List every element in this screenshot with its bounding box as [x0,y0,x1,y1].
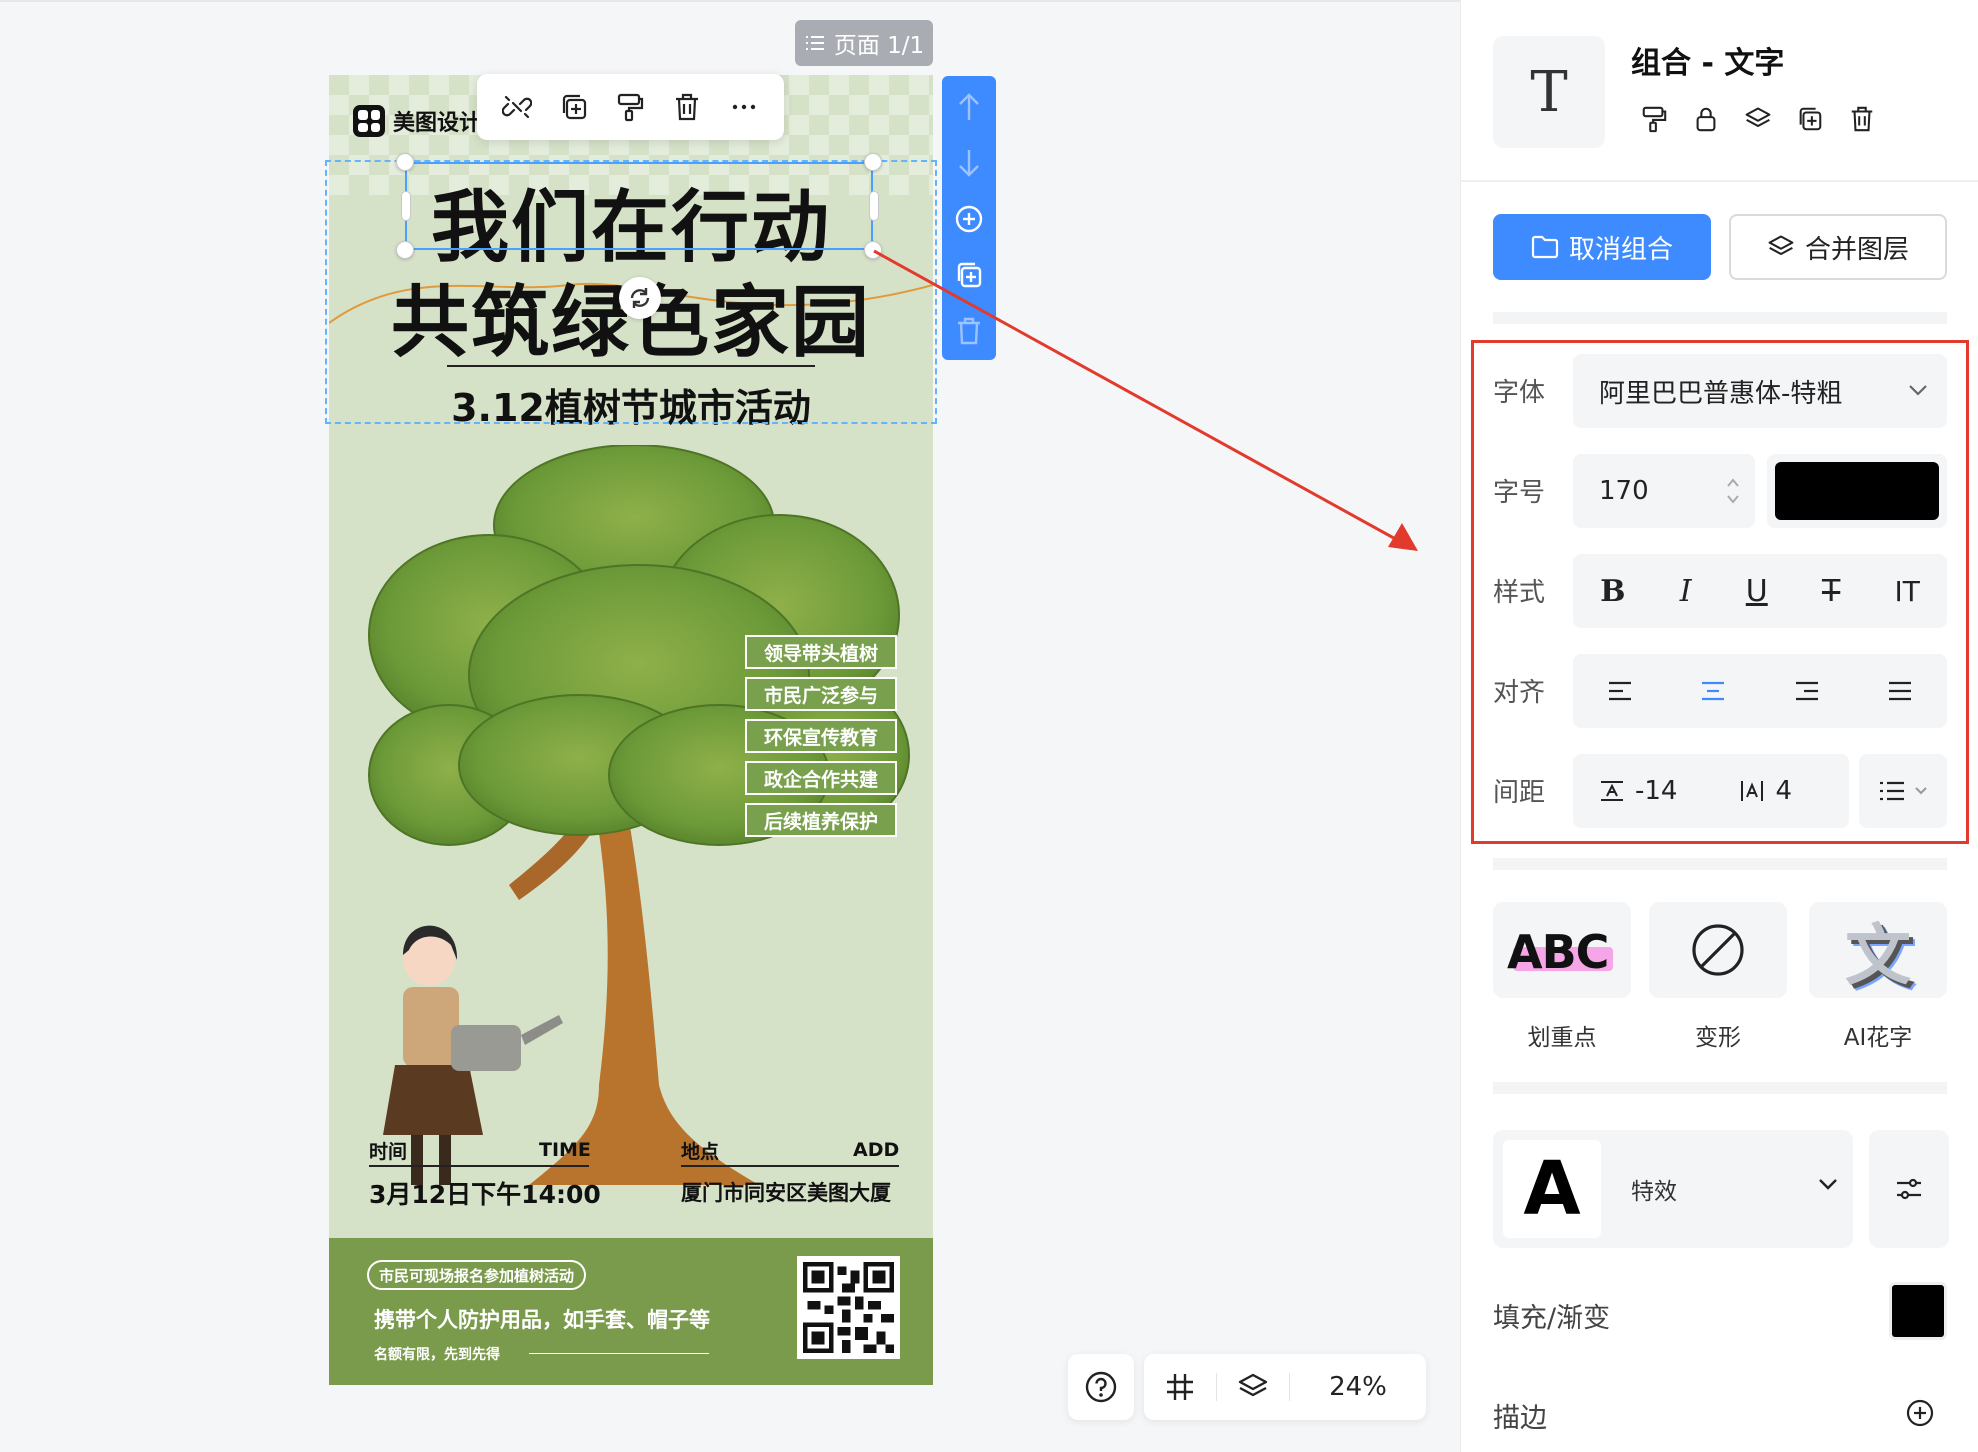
panel-actions [1639,104,1877,134]
resize-handle-side[interactable] [401,191,411,221]
layers-icon [1238,1373,1268,1397]
chevron-down-icon [1819,1179,1837,1190]
page-indicator[interactable]: 页面 1/1 [795,20,933,66]
unlink-icon[interactable] [500,90,534,124]
rotate-handle[interactable] [619,277,661,319]
effect-preview: A [1503,1140,1601,1238]
zoom-level[interactable]: 24% [1290,1372,1426,1402]
page-indicator-text: 页面 1/1 [833,33,925,59]
trash-icon[interactable] [1847,104,1877,134]
ai-art-text-card[interactable]: 文 [1809,902,1947,998]
stroke-label: 描边 [1493,1403,1547,1434]
section-divider [1493,858,1947,870]
sliders-icon [1897,1178,1921,1200]
footer-line [529,1353,709,1354]
resize-handle[interactable] [396,241,414,259]
ungroup-label: 取消组合 [1568,234,1673,265]
text-type-icon: T [1493,36,1605,148]
floating-toolbar [477,74,784,140]
fill-color-swatch[interactable] [1889,1282,1947,1340]
highlight-label: 划重点 [1527,1025,1597,1051]
girl-illustration [383,925,563,1185]
resize-handle[interactable] [396,153,414,171]
time-rule [369,1165,589,1167]
highlight-annotation-box [1471,340,1969,844]
transform-label: 变形 [1695,1025,1741,1051]
transform-effect-card[interactable] [1649,902,1787,998]
ai-art-preview: 文 [1845,917,1911,994]
time-label: 时间 [369,1141,408,1163]
panel-rule [1461,180,1978,182]
fill-label: 填充/渐变 [1493,1303,1611,1334]
place-label-en: ADD [853,1139,900,1161]
add-stroke-icon[interactable] [1905,1398,1935,1428]
lock-icon[interactable] [1691,104,1721,134]
bottom-toolbar: 24% [1144,1354,1426,1420]
folder-icon [1531,235,1559,259]
highlight-preview: ABC [1507,925,1617,979]
highlight-effect-card[interactable]: ABC [1493,902,1631,998]
prohibited-icon [1692,924,1744,976]
place-label: 地点 [681,1141,720,1163]
tag-item[interactable]: 环保宣传教育 [745,719,897,753]
ai-art-label: AI花字 [1843,1025,1913,1051]
highlight-preview-text: ABC [1507,925,1609,979]
place-rule [681,1165,899,1167]
more-icon[interactable] [727,90,761,124]
tag-item[interactable]: 后续植养保护 [745,803,897,837]
rotate-icon [630,288,650,308]
duplicate-icon[interactable] [557,90,591,124]
help-icon [1085,1371,1117,1403]
brand-text: 美图设计 [393,111,482,136]
trash-icon[interactable] [670,90,704,124]
time-value[interactable]: 3月12日下午14:00 [369,1175,601,1211]
section-divider [1493,1082,1947,1094]
list-icon [805,36,824,50]
add-circle-icon[interactable] [952,198,986,240]
resize-handle-side[interactable] [869,191,879,221]
tag-item[interactable]: 领导带头植树 [745,635,897,669]
format-painter-icon[interactable] [1639,104,1669,134]
annotation-arrow [873,249,1418,551]
grid-icon [1167,1374,1193,1400]
time-label-en: TIME [539,1139,591,1161]
footer-pill: 市民可现场报名参加植树活动 [367,1260,587,1290]
canvas-area[interactable]: 页面 1/1 美图设计 我们在行动 共筑绿色家园 3.12植树节城市活动 领导带… [0,0,1460,1452]
layers-button[interactable] [1217,1354,1289,1420]
text-selection-box[interactable] [405,162,873,250]
arrow-up-icon[interactable] [952,86,986,128]
place-value[interactable]: 厦门市同安区美图大厦 [681,1177,891,1207]
effect-select[interactable]: A 特效 [1493,1130,1853,1248]
layers-icon [1768,235,1794,256]
section-divider [1493,312,1947,324]
footer-main-text: 携带个人防护用品，如手套、帽子等 [374,1308,710,1332]
merge-layers-button[interactable]: 合并图层 [1729,214,1947,280]
resize-handle[interactable] [864,153,882,171]
meitu-logo-icon [353,105,385,137]
arrow-down-icon[interactable] [952,142,986,184]
grid-button[interactable] [1144,1354,1216,1420]
ungroup-button[interactable]: 取消组合 [1493,214,1711,280]
help-button[interactable] [1068,1354,1134,1420]
qr-code-icon[interactable] [797,1256,900,1359]
effect-settings-button[interactable] [1869,1130,1949,1248]
tag-item[interactable]: 市民广泛参与 [745,677,897,711]
poster-footer[interactable]: 市民可现场报名参加植树活动 携带个人防护用品，如手套、帽子等 名额有限，先到先得 [329,1238,933,1385]
tag-item[interactable]: 政企合作共建 [745,761,897,795]
format-painter-icon[interactable] [613,90,647,124]
duplicate-icon[interactable] [1795,104,1825,134]
merge-label: 合并图层 [1804,234,1909,265]
effect-label: 特效 [1631,1179,1677,1205]
brand-mark: 美图设计 [353,105,481,137]
layers-icon[interactable] [1743,104,1773,134]
panel-title: 组合 - 文字 [1631,46,1785,81]
footer-small-text: 名额有限，先到先得 [374,1347,500,1363]
